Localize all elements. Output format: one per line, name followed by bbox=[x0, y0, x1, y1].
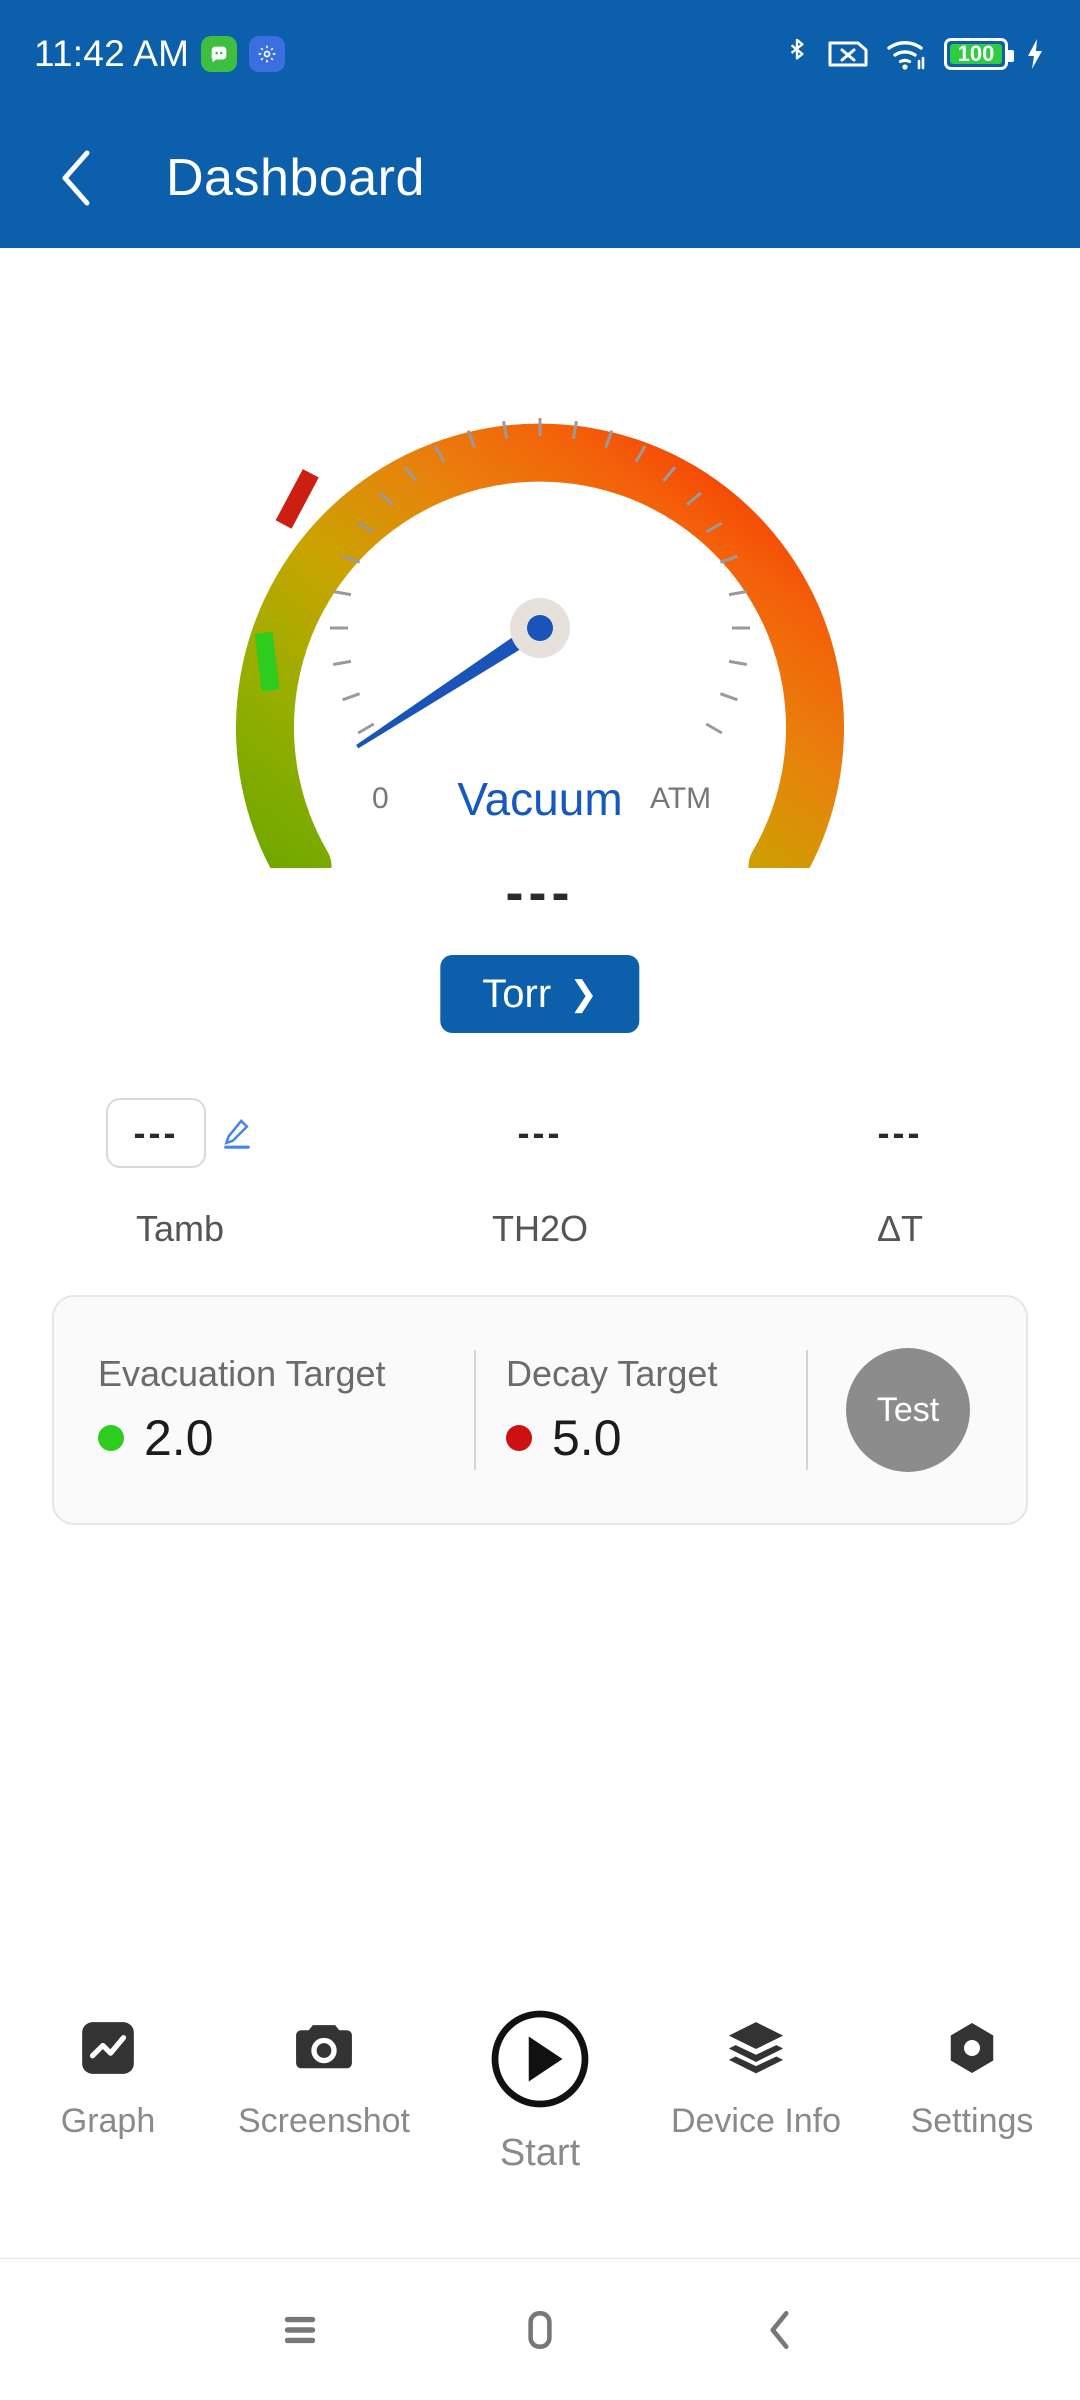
tab-graph-label: Graph bbox=[60, 2102, 156, 2140]
back-icon[interactable] bbox=[735, 2285, 825, 2375]
card-divider-2 bbox=[806, 1350, 808, 1470]
tab-graph[interactable]: Graph bbox=[0, 2000, 216, 2141]
decay-target-row: 5.0 bbox=[506, 1409, 806, 1467]
metric-tamb: --- Tamb bbox=[0, 1090, 360, 1250]
decay-target-marker bbox=[275, 469, 319, 529]
home-icon[interactable] bbox=[495, 2285, 585, 2375]
tab-start-label: Start bbox=[499, 2132, 581, 2174]
page-title: Dashboard bbox=[166, 149, 425, 207]
recents-icon[interactable] bbox=[255, 2285, 345, 2375]
decay-status-dot bbox=[506, 1425, 532, 1451]
status-bar-left: 11:42 AM bbox=[34, 33, 286, 75]
tab-settings[interactable]: Settings bbox=[864, 2000, 1080, 2141]
battery-icon: 100 bbox=[944, 38, 1014, 70]
bluetooth-icon bbox=[790, 38, 804, 60]
metric-delta-t: --- ΔT bbox=[720, 1090, 1080, 1250]
metric-tamb-label: Tamb bbox=[135, 1208, 225, 1249]
tab-screenshot[interactable]: Screenshot bbox=[216, 2000, 432, 2141]
back-button[interactable] bbox=[48, 149, 106, 207]
status-bar: 11:42 AM 100 bbox=[0, 0, 1080, 108]
app-bar: Dashboard bbox=[0, 108, 1080, 248]
metric-th2o-top: --- bbox=[518, 1090, 563, 1176]
metric-delta-t-label: ΔT bbox=[876, 1208, 924, 1249]
system-navigation-bar bbox=[0, 2258, 1080, 2400]
hexagon-gear-icon bbox=[942, 2000, 1002, 2096]
metric-th2o-label: TH2O bbox=[491, 1208, 588, 1249]
settings-app-icon bbox=[249, 36, 286, 72]
bottom-tab-bar: Graph Screenshot Start Device Info Setti… bbox=[0, 2000, 1080, 2200]
delta-t-value: --- bbox=[877, 1112, 923, 1153]
evacuation-status-dot bbox=[98, 1425, 124, 1451]
unit-label: Torr bbox=[482, 971, 552, 1016]
chevron-right-icon: ❯ bbox=[569, 975, 598, 1013]
charging-icon bbox=[1028, 39, 1042, 69]
status-time: 11:42 AM bbox=[34, 33, 190, 74]
decay-target-title: Decay Target bbox=[506, 1353, 718, 1394]
metric-th2o: --- TH2O bbox=[360, 1090, 720, 1250]
metric-tamb-top: --- bbox=[106, 1090, 254, 1176]
tamb-value-box[interactable]: --- bbox=[106, 1098, 206, 1168]
decay-target-value: 5.0 bbox=[552, 1410, 622, 1466]
wifi-icon bbox=[887, 41, 925, 70]
gauge-title: Vacuum bbox=[457, 773, 623, 825]
evacuation-target-value: 2.0 bbox=[144, 1410, 214, 1466]
tab-start[interactable]: Start bbox=[432, 2000, 648, 2175]
tab-device-info[interactable]: Device Info bbox=[648, 2000, 864, 2141]
battery-percent: 100 bbox=[957, 41, 995, 66]
test-button[interactable]: Test bbox=[846, 1348, 970, 1472]
gauge-hub-center bbox=[527, 615, 553, 641]
dashboard-screen: 11:42 AM 100 Dashboard 0 ATM Vacuum --- … bbox=[0, 0, 1080, 2400]
metric-delta-t-top: --- bbox=[878, 1090, 923, 1176]
th2o-value: --- bbox=[517, 1112, 563, 1153]
chat-app-icon bbox=[201, 36, 238, 72]
evacuation-target-row: 2.0 bbox=[98, 1409, 474, 1467]
camera-icon bbox=[291, 2000, 357, 2096]
gauge-reading: --- bbox=[505, 863, 575, 923]
unit-selector-button[interactable]: Torr ❯ bbox=[440, 955, 640, 1033]
evacuation-target-title: Evacuation Target bbox=[98, 1353, 386, 1394]
decay-target[interactable]: Decay Target 5.0 bbox=[476, 1353, 806, 1467]
layers-icon bbox=[723, 2000, 789, 2096]
pencil-edit-icon[interactable] bbox=[220, 1116, 254, 1150]
evacuation-target[interactable]: Evacuation Target 2.0 bbox=[54, 1353, 474, 1467]
tab-settings-label: Settings bbox=[910, 2102, 1034, 2140]
metrics-row: --- Tamb --- TH2O --- ΔT bbox=[0, 1090, 1080, 1250]
tab-screenshot-label: Screenshot bbox=[238, 2102, 410, 2140]
play-circle-icon bbox=[486, 2000, 594, 2118]
sim-card-off-icon bbox=[828, 41, 868, 67]
chart-line-icon bbox=[77, 2000, 139, 2096]
targets-card: Evacuation Target 2.0 Decay Target 5.0 T… bbox=[52, 1295, 1028, 1525]
tab-device-info-label: Device Info bbox=[670, 2102, 842, 2140]
status-bar-right: 100 bbox=[784, 35, 1046, 73]
